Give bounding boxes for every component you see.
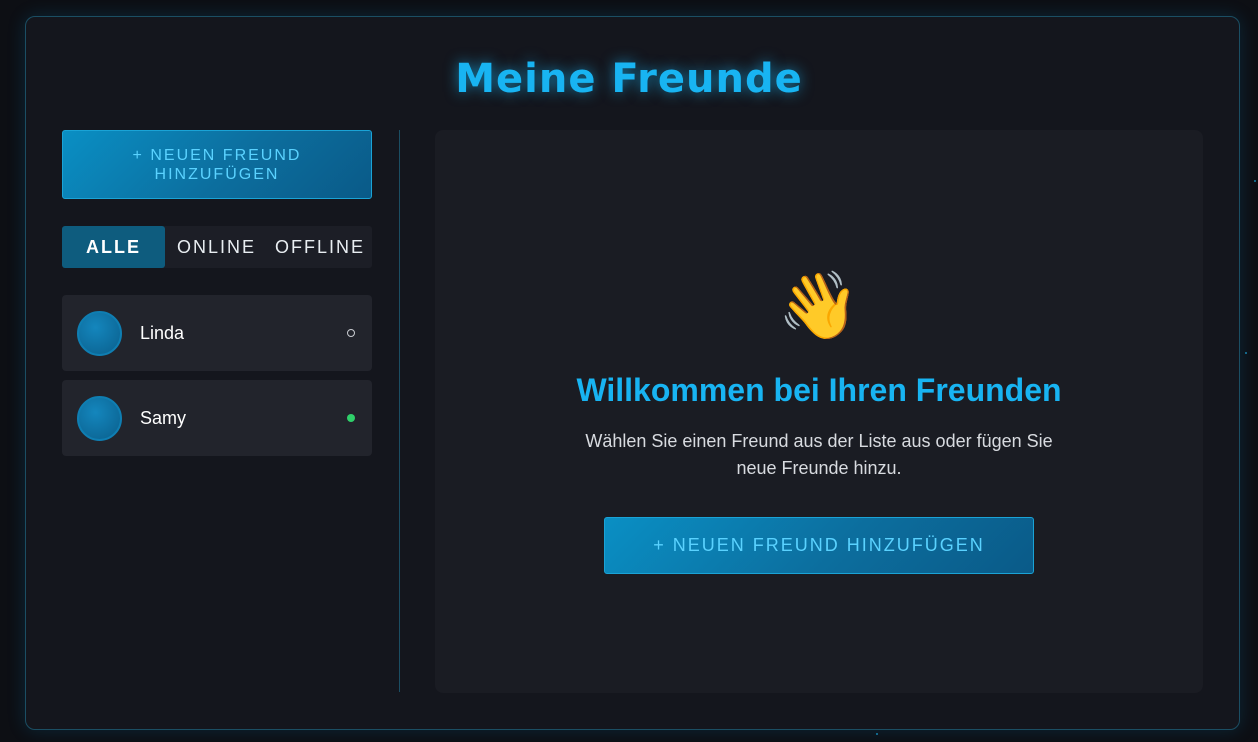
page-title: Meine Freunde — [455, 56, 803, 102]
friend-name: Linda — [140, 323, 185, 343]
welcome-text: Wählen Sie einen Freund aus der Liste au… — [585, 431, 1053, 478]
waving-hand-icon: 👋 — [777, 268, 861, 342]
offline-status-icon — [347, 329, 355, 337]
tab-offline[interactable]: OFFLINE — [268, 226, 372, 268]
friend-item-linda[interactable]: Linda — [62, 295, 372, 371]
friend-item-samy[interactable]: Samy — [62, 380, 372, 456]
friend-filter-tabs: ALLE ONLINE OFFLINE — [62, 226, 372, 268]
avatar — [77, 396, 122, 441]
online-status-icon — [347, 414, 355, 422]
tab-online[interactable]: ONLINE — [165, 226, 268, 268]
sidebar-divider — [399, 130, 400, 692]
friend-list: Linda Samy — [62, 295, 372, 465]
friend-name: Samy — [140, 408, 187, 428]
add-friend-button-main[interactable]: + NEUEN FREUND HINZUFÜGEN — [604, 517, 1034, 574]
welcome-title: Willkommen bei Ihren Freunden — [576, 372, 1062, 408]
tab-all[interactable]: ALLE — [62, 226, 165, 268]
avatar — [77, 311, 122, 356]
welcome-panel: 👋 Willkommen bei Ihren Freunden Wählen S… — [435, 130, 1203, 693]
add-friend-button-sidebar[interactable]: + NEUEN FREUND HINZUFÜGEN — [62, 130, 372, 199]
